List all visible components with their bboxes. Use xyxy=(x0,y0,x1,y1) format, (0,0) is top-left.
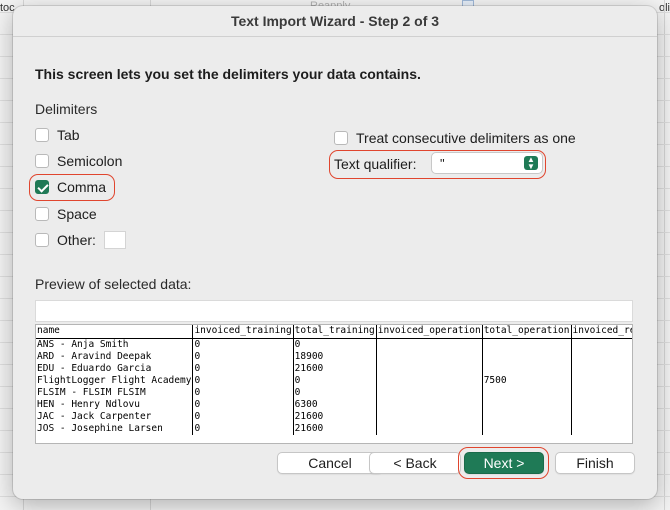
preview-cell xyxy=(570,351,632,363)
preview-cell: ANS - Anja Smith xyxy=(37,339,129,350)
preview-cell xyxy=(570,411,632,423)
instructions-heading: This screen lets you set the delimiters … xyxy=(35,66,421,82)
preview-row: FlightLogger Flight Academy 0 0 7500 xyxy=(36,375,632,387)
preview-cell: ARD - Aravind Deepak xyxy=(37,351,152,362)
preview-label: Preview of selected data: xyxy=(35,276,192,292)
preview-cell xyxy=(375,363,483,375)
text-qualifier-highlight-outline xyxy=(329,150,546,179)
preview-row: ANS - Anja Smith 0 0 xyxy=(36,338,632,351)
preview-row: ARD - Aravind Deepak 0 18900 xyxy=(36,351,632,363)
consecutive-delimiters-checkbox[interactable] xyxy=(334,131,348,145)
preview-cell xyxy=(570,338,632,351)
preview-row: HEN - Henry Ndlovu 0 6300 xyxy=(36,399,632,411)
preview-cell: FLSIM - FLSIM FLSIM xyxy=(37,387,146,398)
preview-cell: 21600 xyxy=(292,411,377,423)
dialog-title: Text Import Wizard - Step 2 of 3 xyxy=(13,6,657,37)
preview-cell: 21600 xyxy=(292,423,377,435)
preview-column-header: total_operation xyxy=(481,325,571,339)
other-checkbox-row[interactable]: Other: xyxy=(35,230,126,250)
space-checkbox-label[interactable]: Space xyxy=(57,206,97,222)
preview-cell: 7500 xyxy=(481,375,571,387)
cancel-button[interactable]: Cancel xyxy=(277,452,383,474)
preview-cell xyxy=(481,351,571,363)
preview-cell: 18900 xyxy=(292,351,377,363)
preview-cell xyxy=(481,423,571,435)
back-button[interactable]: < Back xyxy=(369,452,461,474)
consecutive-delimiters-label[interactable]: Treat consecutive delimiters as one xyxy=(356,130,576,146)
preview-cell: 0 xyxy=(292,375,377,387)
preview-column-header: name xyxy=(36,325,193,339)
preview-cell xyxy=(570,423,632,435)
preview-cell: 0 xyxy=(192,363,294,375)
semicolon-checkbox-label[interactable]: Semicolon xyxy=(57,153,122,169)
other-delimiter-input[interactable] xyxy=(103,231,126,249)
preview-cell: 0 xyxy=(192,423,294,435)
grid-line xyxy=(664,0,665,510)
preview-cell xyxy=(375,338,483,351)
preview-cell: HEN - Henry Ndlovu xyxy=(37,399,140,410)
preview-row: FLSIM - FLSIM FLSIM 0 0 xyxy=(36,387,632,399)
preview-row: JAC - Jack Carpenter 0 21600 xyxy=(36,411,632,423)
preview-cell xyxy=(570,363,632,375)
preview-cell: 6300 xyxy=(292,399,377,411)
preview-cell: JOS - Josephine Larsen xyxy=(37,423,163,434)
data-preview-table: name invoiced_training total_training invoi… xyxy=(36,325,632,435)
tab-checkbox[interactable] xyxy=(35,128,49,142)
preview-cell xyxy=(481,363,571,375)
preview-cell: JAC - Jack Carpenter xyxy=(37,411,152,422)
preview-row: EDU - Eduardo Garcia 0 21600 xyxy=(36,363,632,375)
space-checkbox-row[interactable]: Space xyxy=(35,204,97,224)
data-preview-pane[interactable]: name invoiced_training total_training invoi… xyxy=(35,324,633,444)
preview-column-header: invoiced_rer xyxy=(570,325,632,339)
preview-column-header: invoiced_training xyxy=(192,325,294,339)
preview-cell xyxy=(481,387,571,399)
preview-cell: 0 xyxy=(192,399,294,411)
preview-cell: 21600 xyxy=(292,363,377,375)
preview-cell: EDU - Eduardo Garcia xyxy=(37,363,152,374)
preview-cell xyxy=(375,375,483,387)
preview-cell: 0 xyxy=(292,387,377,399)
preview-header-row: name invoiced_training total_training invoi… xyxy=(36,325,632,339)
preview-cell xyxy=(375,399,483,411)
preview-cell xyxy=(375,423,483,435)
delimiters-group-label: Delimiters xyxy=(35,101,98,117)
space-checkbox[interactable] xyxy=(35,207,49,221)
preview-row: JOS - Josephine Larsen 0 21600 xyxy=(36,423,632,435)
comma-highlight-outline xyxy=(29,174,115,201)
semicolon-checkbox[interactable] xyxy=(35,154,49,168)
tab-checkbox-label[interactable]: Tab xyxy=(57,127,80,143)
preview-cell: 0 xyxy=(192,387,294,399)
preview-cell xyxy=(570,375,632,387)
preview-cell: 0 xyxy=(292,338,377,351)
preview-cell xyxy=(570,387,632,399)
preview-cell xyxy=(375,411,483,423)
preview-column-header: invoiced_operation xyxy=(375,325,483,339)
preview-cell xyxy=(481,338,571,351)
preview-cell xyxy=(481,399,571,411)
preview-cell xyxy=(375,351,483,363)
other-checkbox[interactable] xyxy=(35,233,49,247)
text-import-wizard-dialog: Text Import Wizard - Step 2 of 3 This sc… xyxy=(13,6,657,499)
preview-header-strip xyxy=(35,300,633,322)
preview-column-header: total_training xyxy=(292,325,377,339)
preview-cell: 0 xyxy=(192,351,294,363)
other-checkbox-label[interactable]: Other: xyxy=(57,232,96,248)
tab-checkbox-row[interactable]: Tab xyxy=(35,125,80,145)
preview-cell: 0 xyxy=(192,375,294,387)
preview-cell xyxy=(481,411,571,423)
preview-cell xyxy=(570,399,632,411)
consecutive-delimiters-row[interactable]: Treat consecutive delimiters as one xyxy=(334,128,576,148)
preview-cell: 0 xyxy=(192,411,294,423)
finish-button[interactable]: Finish xyxy=(555,452,635,474)
next-highlight-outline xyxy=(458,447,549,479)
preview-cell: FlightLogger Flight Academy xyxy=(37,375,192,386)
preview-cell: 0 xyxy=(192,338,294,351)
preview-cell xyxy=(375,387,483,399)
semicolon-checkbox-row[interactable]: Semicolon xyxy=(35,151,122,171)
